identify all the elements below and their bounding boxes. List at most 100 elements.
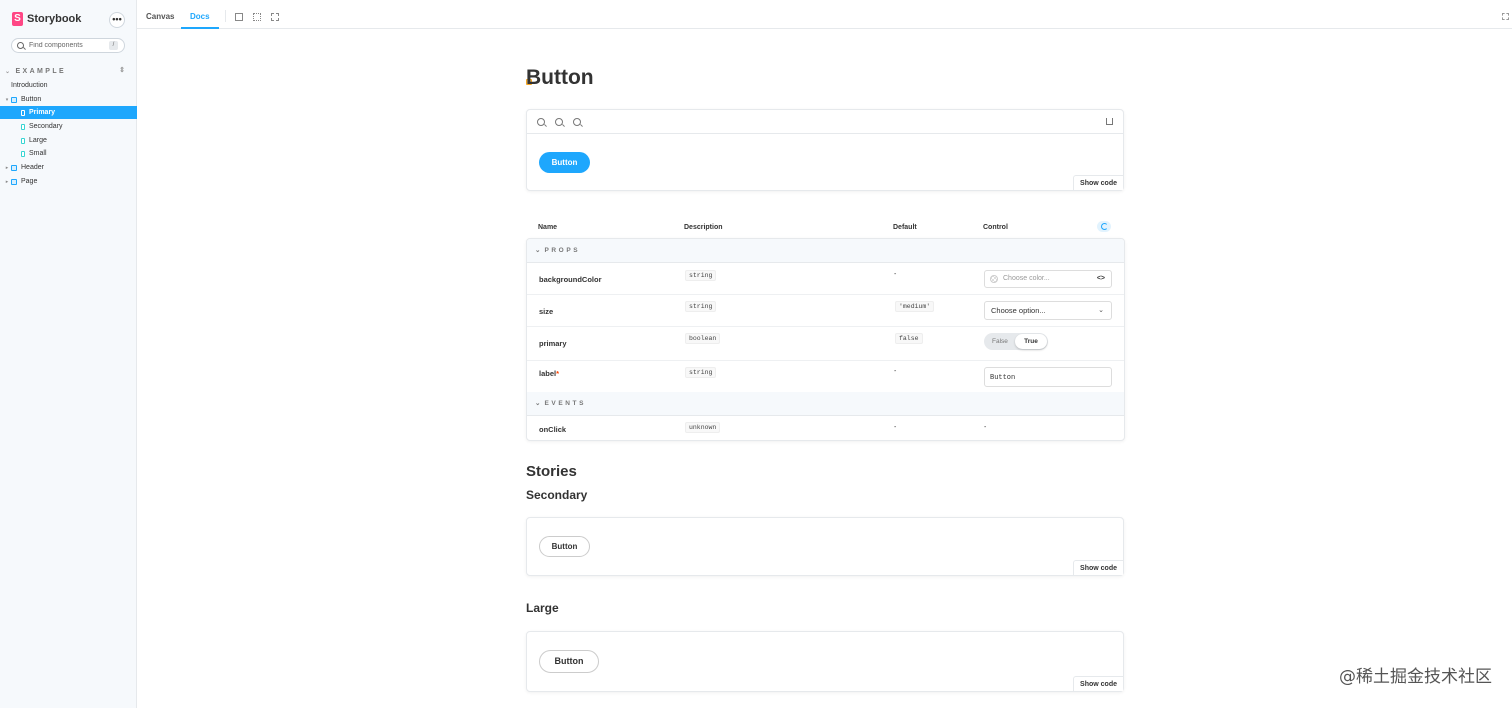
sidebar-item-large[interactable]: Large: [0, 134, 137, 147]
sidebar-item-label: Small: [29, 150, 47, 157]
arg-type: string: [685, 301, 717, 312]
sidebar-item-label: Introduction: [11, 82, 48, 89]
group-header-example[interactable]: ⌄ EXAMPLE ⇕: [5, 66, 125, 76]
sidebar-item-label: Large: [29, 137, 47, 144]
column-header-name: Name: [538, 224, 558, 231]
sidebar-item-secondary[interactable]: Secondary: [0, 120, 137, 133]
arg-type: unknown: [685, 422, 721, 433]
story-preview-secondary: Button Show code: [526, 517, 1124, 576]
chevron-right-icon: ▸: [5, 178, 9, 185]
tab-docs[interactable]: Docs: [181, 0, 219, 29]
chevron-down-icon: ⌄: [1098, 307, 1104, 314]
show-code-button[interactable]: Show code: [1073, 175, 1123, 190]
expand-collapse-icon[interactable]: ⇕: [119, 66, 125, 74]
arg-type: string: [685, 367, 717, 378]
stories-heading: Stories: [526, 463, 577, 480]
sidebar-item-label: Primary: [29, 109, 56, 116]
chevron-right-icon: ▸: [5, 164, 9, 171]
outline-icon[interactable]: [253, 13, 261, 21]
search-icon: [17, 42, 24, 49]
sidebar-item-page[interactable]: ▸ Page: [0, 175, 137, 188]
select-value: Choose option...: [991, 306, 1046, 315]
arg-name: primary: [539, 339, 567, 348]
show-code-button[interactable]: Show code: [1073, 560, 1123, 575]
search-box[interactable]: /: [11, 38, 125, 53]
label-textarea[interactable]: Button: [984, 367, 1112, 387]
toggle-false-option[interactable]: False: [992, 338, 1008, 345]
arg-default: false: [895, 333, 923, 344]
brand-name: Storybook: [27, 13, 82, 25]
fullscreen-icon[interactable]: [1502, 13, 1509, 20]
storybook-logo-icon: S: [12, 12, 23, 26]
page-title: Button: [526, 66, 594, 89]
zoom-reset-icon[interactable]: [573, 118, 581, 126]
required-mark: *: [556, 369, 560, 378]
toggle-true-option[interactable]: True: [1015, 334, 1047, 349]
section-label: EVENTS: [544, 400, 587, 407]
story-preview-large: Button Show code: [526, 631, 1124, 692]
sidebar-item-primary[interactable]: Primary: [0, 106, 137, 119]
section-label: PROPS: [544, 247, 581, 254]
brand[interactable]: S Storybook: [12, 12, 81, 26]
story-title-secondary: Secondary: [526, 488, 588, 502]
story-icon: [21, 123, 25, 130]
component-icon: [11, 164, 17, 171]
sidebar-item-label: Secondary: [29, 123, 63, 130]
color-placeholder: Choose color...: [1003, 275, 1050, 282]
sidebar-item-label: Page: [21, 178, 38, 185]
group-label: EXAMPLE: [15, 67, 67, 75]
primary-button[interactable]: Button: [539, 152, 590, 173]
grid-icon[interactable]: [235, 13, 243, 21]
section-row-props[interactable]: ⌄ PROPS: [527, 239, 1124, 263]
arg-type: string: [685, 270, 717, 281]
args-table-header: Name Description Default Control: [526, 216, 1125, 238]
sidebar-item-header[interactable]: ▸ Header: [0, 161, 137, 174]
show-code-button[interactable]: Show code: [1073, 676, 1123, 691]
search-input[interactable]: [29, 42, 109, 49]
table-row: onClick unknown - -: [527, 416, 1124, 440]
table-row: primary boolean false False True: [527, 327, 1124, 361]
arg-default: 'medium': [895, 301, 935, 312]
measure-icon[interactable]: [271, 13, 279, 21]
zoom-out-icon[interactable]: [555, 118, 563, 126]
primary-toggle[interactable]: False True: [984, 333, 1048, 350]
arg-name: label*: [539, 369, 559, 378]
arg-name: backgroundColor: [539, 275, 602, 284]
code-toggle-icon[interactable]: <>: [1097, 271, 1105, 287]
sidebar-item-label: Header: [21, 164, 44, 171]
component-icon: [11, 178, 17, 185]
color-picker-input[interactable]: Choose color... <>: [984, 270, 1112, 288]
table-row: size string 'medium' Choose option... ⌄: [527, 295, 1124, 327]
arg-control: -: [984, 424, 987, 431]
story-title-large: Large: [526, 601, 559, 615]
tab-canvas[interactable]: Canvas: [137, 0, 183, 29]
sidebar-item-label: Button: [21, 96, 42, 103]
section-row-events[interactable]: ⌄ EVENTS: [527, 392, 1124, 416]
args-table-body: ⌄ PROPS backgroundColor string - Choose c…: [526, 238, 1125, 441]
watermark: @稀土掘金技术社区: [1339, 667, 1492, 687]
search-shortcut-badge: /: [109, 41, 118, 50]
arg-type: boolean: [685, 333, 721, 344]
chevron-down-icon: ⌄: [535, 247, 541, 254]
arg-default: -: [894, 424, 897, 431]
chevron-down-icon: ▾: [5, 96, 9, 103]
reset-controls-icon[interactable]: [1097, 221, 1111, 232]
sidebar-item-small[interactable]: Small: [0, 147, 137, 160]
more-menu-button[interactable]: •••: [109, 12, 125, 28]
chevron-down-icon: ⌄: [535, 400, 541, 407]
arg-default: -: [894, 368, 897, 375]
secondary-button[interactable]: Button: [539, 536, 590, 557]
preview-toolbar: [527, 110, 1123, 134]
color-swatch-icon[interactable]: [990, 275, 998, 283]
zoom-in-icon[interactable]: [537, 118, 545, 126]
component-icon: [11, 96, 17, 103]
chevron-down-icon: ⌄: [5, 68, 13, 75]
story-icon: [21, 109, 25, 116]
story-preview-primary: Button Show code: [526, 109, 1124, 191]
sidebar-item-button[interactable]: ▾ Button: [0, 93, 137, 106]
story-icon: [21, 150, 25, 157]
large-button[interactable]: Button: [539, 650, 599, 673]
size-select[interactable]: Choose option... ⌄: [984, 301, 1112, 320]
sidebar-item-introduction[interactable]: Introduction: [0, 79, 532, 92]
share-icon[interactable]: [1106, 118, 1113, 125]
